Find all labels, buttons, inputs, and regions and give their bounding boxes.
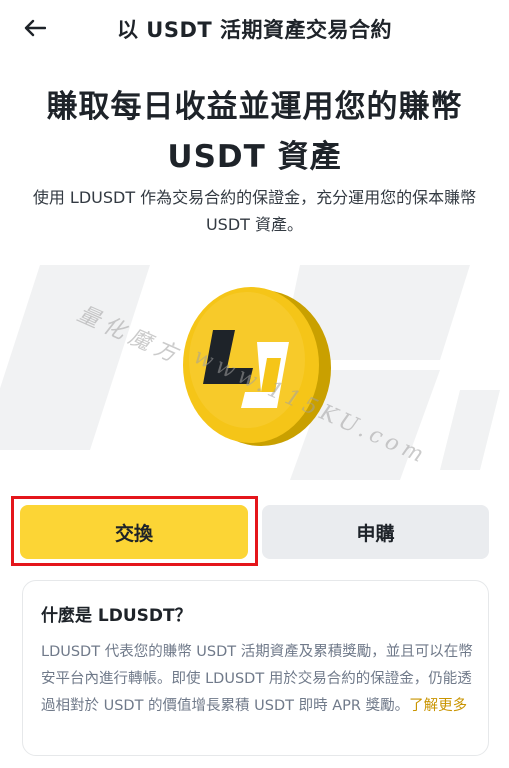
- subscribe-button[interactable]: 申購: [262, 505, 489, 559]
- ldusdt-page: 以 USDT 活期資產交易合約 賺取每日收益並運用您的賺幣 USDT 資產 使用…: [0, 0, 509, 768]
- hero-title: 賺取每日收益並運用您的賺幣 USDT 資產: [46, 89, 463, 175]
- ld-coin-image: [165, 280, 335, 450]
- learn-more-link[interactable]: 了解更多: [409, 698, 467, 714]
- header-bar: 以 USDT 活期資產交易合約: [0, 0, 509, 56]
- page-title: 以 USDT 活期資產交易合約: [116, 18, 393, 42]
- info-card: 什麼是 LDUSDT？ LDUSDT 代表您的賺幣 USDT 活期資產及累積獎勵…: [22, 580, 489, 756]
- coin-icon: [183, 287, 331, 446]
- info-title: 什麼是 LDUSDT？: [41, 606, 192, 626]
- action-buttons: 交換 申購: [0, 496, 509, 570]
- info-body: LDUSDT 代表您的賺幣 USDT 活期資產及累積獎勵，並且可以在幣安平台內進…: [41, 639, 474, 720]
- hero-illustration: [0, 250, 509, 480]
- info-description: LDUSDT 代表您的賺幣 USDT 活期資產及累積獎勵，並且可以在幣安平台內進…: [41, 644, 473, 714]
- hero-subtitle: 使用 LDUSDT 作為交易合約的保證金，充分運用您的保本賺幣 USDT 資產。: [32, 188, 477, 234]
- swap-button[interactable]: 交換: [20, 505, 248, 559]
